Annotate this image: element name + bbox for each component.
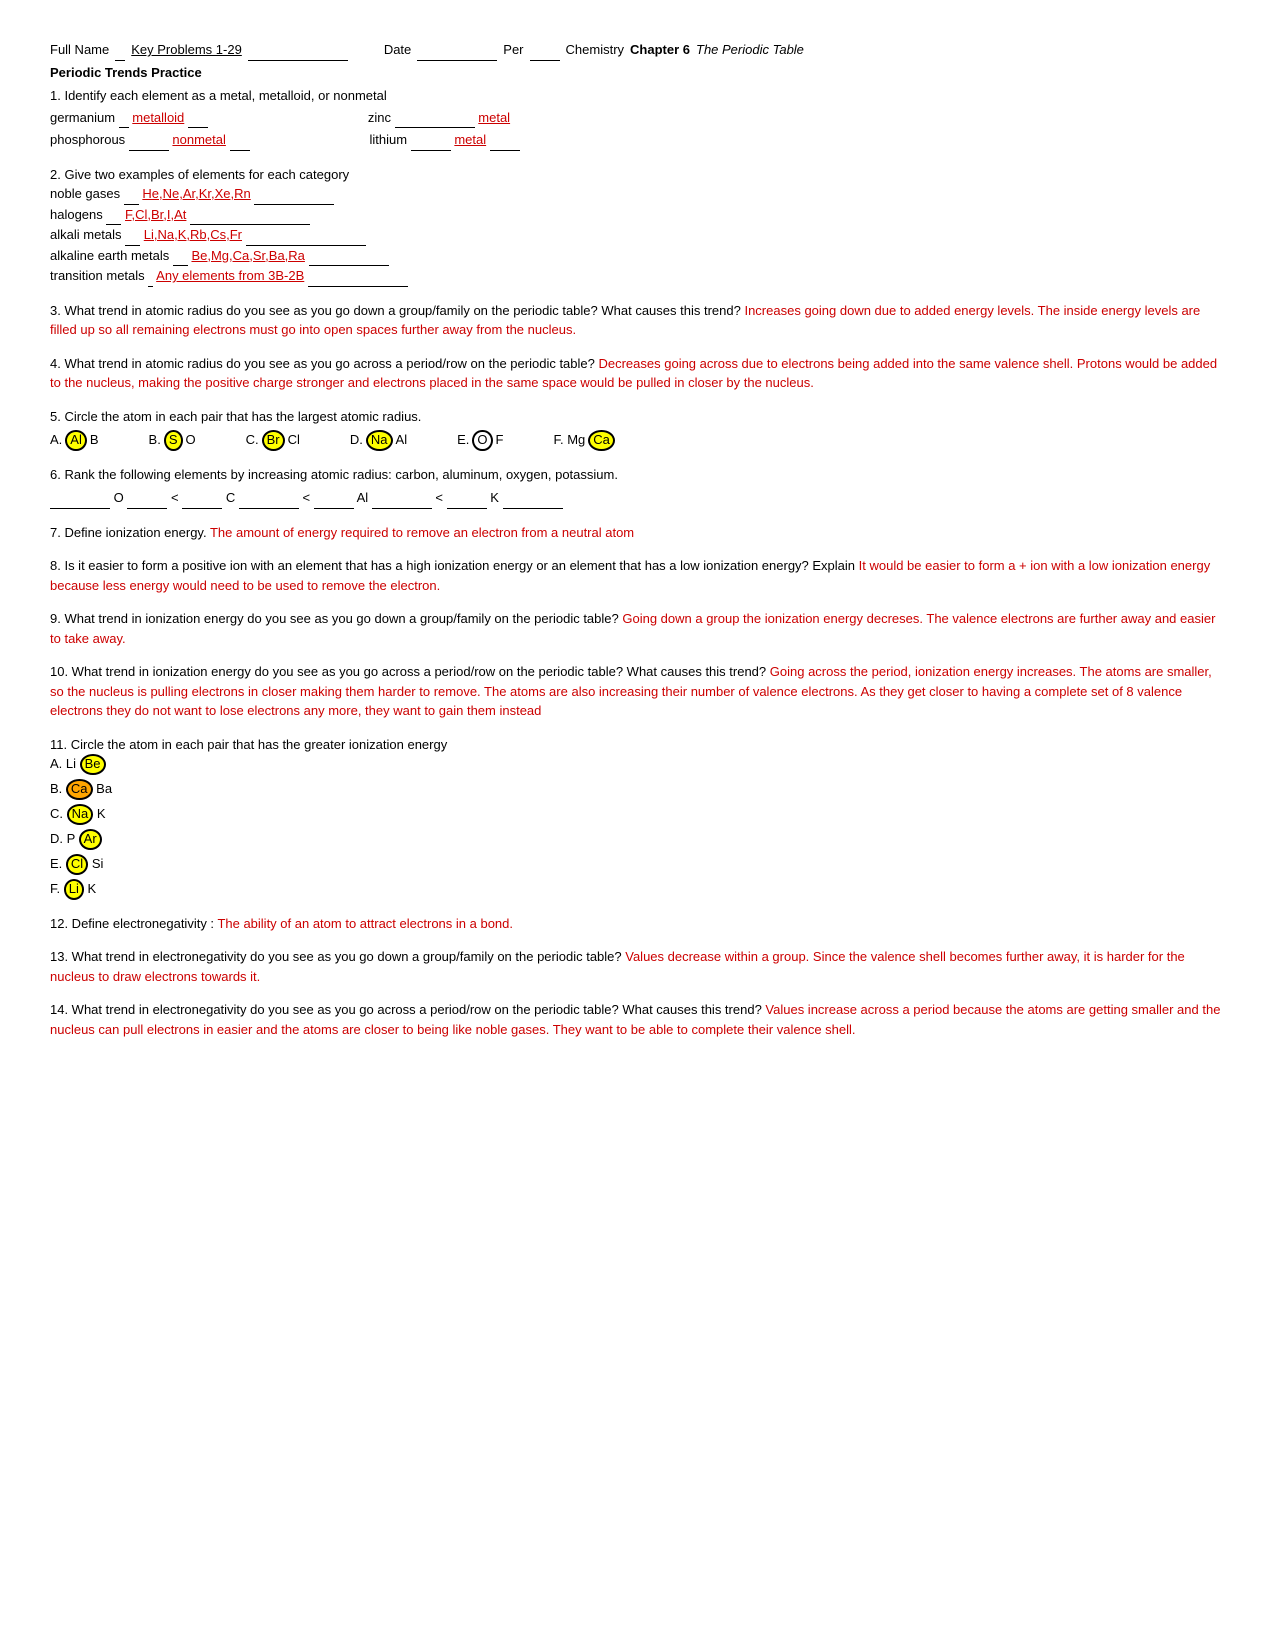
q9-text: 9. What trend in ionization energy do yo… (50, 611, 622, 626)
header: Full Name Key Problems 1-29 Date Per Che… (50, 40, 1225, 61)
q2-alkaline-earth-metals: alkaline earth metals Be,Mg,Ca,Sr,Ba,Ra (50, 246, 1225, 267)
q5-d-circled: Na (366, 430, 393, 451)
q6-text: 6. Rank the following elements by increa… (50, 465, 1225, 485)
q2-halogens: halogens F,Cl,Br,I,At (50, 205, 1225, 226)
q11-e-answer: Cl (66, 854, 88, 875)
q11-e: E. Cl Si (50, 854, 1225, 875)
question-1: 1. Identify each element as a metal, met… (50, 86, 1225, 151)
q11-d-answer: Ar (79, 829, 102, 850)
full-name-value: Key Problems 1-29 (131, 40, 242, 60)
q5-pairs: A. Al B B. S O C. Br Cl D. Na Al E. O F (50, 430, 1225, 451)
q5-pair-f: F. Mg Ca (553, 430, 614, 451)
q11-b-answer: Ca (66, 779, 93, 800)
question-14: 14. What trend in electronegativity do y… (50, 1000, 1225, 1039)
q5-pair-d: D. Na Al (350, 430, 407, 451)
q12-answer: The ability of an atom to attract electr… (217, 916, 513, 931)
chapter-bold: Chapter 6 (630, 40, 690, 60)
q12-text: 12. Define electronegativity : (50, 916, 214, 931)
q1-text: 1. Identify each element as a metal, met… (50, 86, 1225, 106)
question-6: 6. Rank the following elements by increa… (50, 465, 1225, 509)
question-9: 9. What trend in ionization energy do yo… (50, 609, 1225, 648)
per-label: Per (503, 40, 523, 60)
q3-text: 3. What trend in atomic radius do you se… (50, 303, 741, 318)
question-5: 5. Circle the atom in each pair that has… (50, 407, 1225, 451)
date-label: Date (384, 40, 411, 60)
full-name-label: Full Name (50, 40, 109, 60)
q8-text: 8. Is it easier to form a positive ion w… (50, 558, 859, 573)
q13-text: 13. What trend in electronegativity do y… (50, 949, 625, 964)
q11-b: B. Ca Ba (50, 779, 1225, 800)
q4-text: 4. What trend in atomic radius do you se… (50, 356, 598, 371)
q5-a-circled: Al (65, 430, 87, 451)
question-13: 13. What trend in electronegativity do y… (50, 947, 1225, 986)
q11-text: 11. Circle the atom in each pair that ha… (50, 735, 1225, 755)
q5-pair-c: C. Br Cl (246, 430, 300, 451)
q2-text: 2. Give two examples of elements for eac… (50, 165, 1225, 185)
question-11: 11. Circle the atom in each pair that ha… (50, 735, 1225, 900)
q11-a: A. Li Be (50, 754, 1225, 775)
q7-answer: The amount of energy required to remove … (210, 525, 634, 540)
q11-c: C. Na K (50, 804, 1225, 825)
question-12: 12. Define electronegativity : The abili… (50, 914, 1225, 934)
question-10: 10. What trend in ionization energy do y… (50, 662, 1225, 721)
q5-c-circled: Br (262, 430, 285, 451)
q11-f: F. Li K (50, 879, 1225, 900)
course-italic: The Periodic Table (696, 40, 804, 60)
q5-e-circled: O (472, 430, 492, 451)
full-name-blank2 (248, 40, 348, 61)
q5-pair-e: E. O F (457, 430, 503, 451)
q1-phosphorous: phosphorous nonmetal (50, 130, 250, 151)
section-title: Periodic Trends Practice (50, 63, 1225, 83)
q11-a-answer: Be (80, 754, 106, 775)
question-8: 8. Is it easier to form a positive ion w… (50, 556, 1225, 595)
q1-lithium: lithium metal (370, 130, 520, 151)
full-name-blank (115, 40, 125, 61)
q14-text: 14. What trend in electronegativity do y… (50, 1002, 765, 1017)
question-7: 7. Define ionization energy. The amount … (50, 523, 1225, 543)
q11-d: D. P Ar (50, 829, 1225, 850)
q2-transition-metals: transition metals Any elements from 3B-2… (50, 266, 1225, 287)
question-3: 3. What trend in atomic radius do you se… (50, 301, 1225, 340)
q5-b-circled: S (164, 430, 183, 451)
q10-text: 10. What trend in ionization energy do y… (50, 664, 770, 679)
date-blank (417, 40, 497, 61)
q6-ranking: O < C < Al < K (50, 488, 1225, 509)
question-4: 4. What trend in atomic radius do you se… (50, 354, 1225, 393)
chemistry-label: Chemistry (566, 40, 625, 60)
per-blank (530, 40, 560, 61)
q5-pair-a: A. Al B (50, 430, 99, 451)
q1-germanium: germanium metalloid (50, 108, 208, 129)
q1-zinc: zinc metal (368, 108, 510, 129)
q2-alkali-metals: alkali metals Li,Na,K,Rb,Cs,Fr (50, 225, 1225, 246)
q5-pair-b: B. S O (149, 430, 196, 451)
q11-f-answer: Li (64, 879, 84, 900)
q11-c-answer: Na (67, 804, 94, 825)
q5-text: 5. Circle the atom in each pair that has… (50, 407, 1225, 427)
question-2: 2. Give two examples of elements for eac… (50, 165, 1225, 287)
q7-text: 7. Define ionization energy. (50, 525, 210, 540)
q5-f-circled: Ca (588, 430, 615, 451)
q2-noble-gases: noble gases He,Ne,Ar,Kr,Xe,Rn (50, 184, 1225, 205)
